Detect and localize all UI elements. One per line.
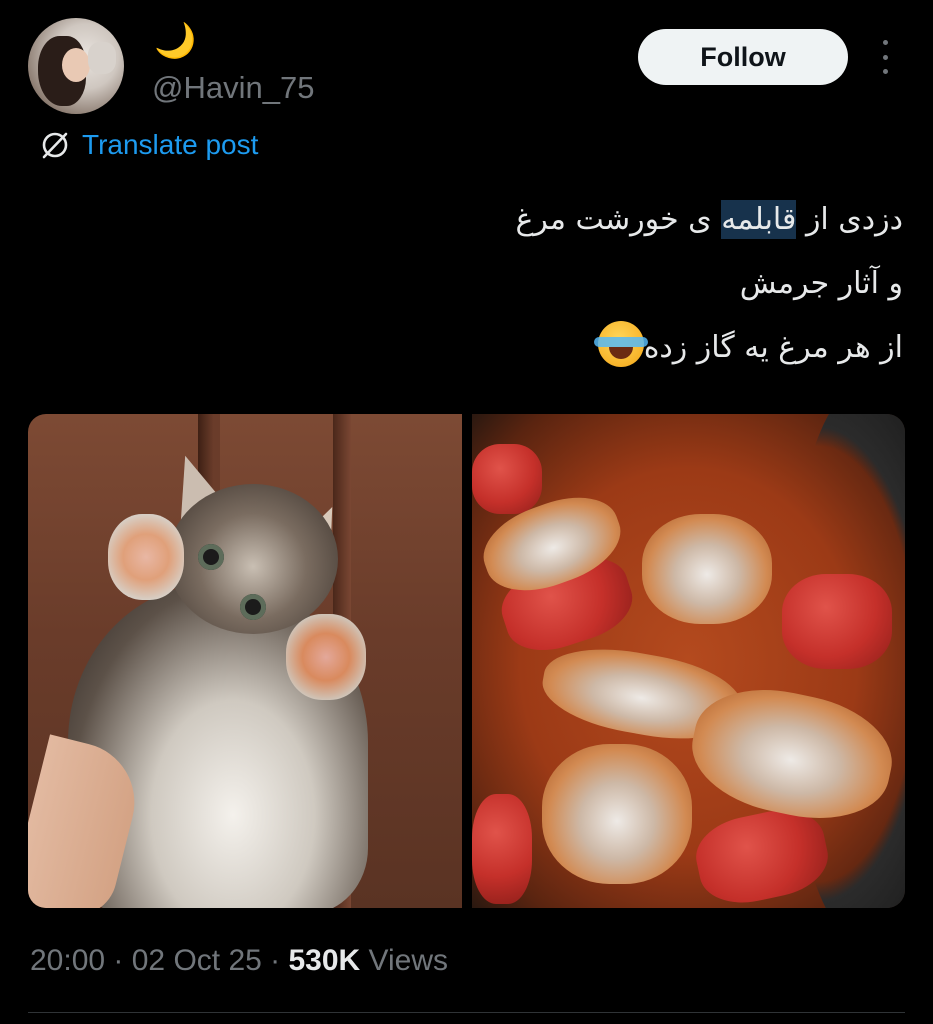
translate-post-label: Translate post [82, 129, 259, 160]
kitten-paw [108, 514, 184, 600]
post-text: دزدی از قابلمه ی خورشت مرغ و آثار جرمش ا… [43, 188, 903, 380]
post-line-1-start: دزدی از [796, 202, 903, 237]
translate-globe-icon [42, 132, 68, 159]
meta-separator: · [261, 944, 289, 977]
meta-separator: · [105, 944, 132, 977]
tomato [471, 444, 542, 514]
tears-of-joy-emoji-icon [593, 321, 648, 367]
tomato [471, 794, 532, 904]
post-time[interactable]: 20:00 [30, 944, 105, 977]
translate-post-link[interactable]: Translate post [38, 128, 258, 162]
more-vertical-icon[interactable] [872, 36, 898, 78]
avatar-cat [88, 42, 116, 74]
post-line-3: از هر مرغ یه گاز زده [43, 316, 903, 380]
chicken-piece [541, 744, 692, 884]
views-label[interactable]: Views [360, 944, 449, 977]
avatar[interactable] [28, 18, 124, 114]
kitten-eye [198, 544, 224, 570]
post-line-2: و آثار جرمش [739, 266, 903, 301]
post-media[interactable] [28, 414, 905, 908]
post-line-3-text: از هر مرغ یه گاز زده [643, 330, 903, 365]
views-count[interactable]: 530K [289, 944, 361, 977]
kitten-paw [286, 614, 366, 700]
kitten-photo[interactable] [28, 414, 462, 908]
post-meta: 20:00 · 02 Oct 25 · 530K Views [30, 944, 448, 978]
kitten-eye [240, 594, 266, 620]
tomato [781, 574, 892, 669]
post-line-1: دزدی از قابلمه ی خورشت مرغ [43, 188, 903, 252]
follow-button[interactable]: Follow [638, 29, 848, 85]
chicken-piece [641, 514, 772, 624]
more-dot [882, 54, 888, 60]
post-line-1-end: ی خورشت مرغ [515, 202, 722, 237]
post-date[interactable]: 02 Oct 25 [132, 944, 262, 977]
chicken-stew-photo[interactable] [471, 414, 905, 908]
user-handle[interactable]: @Havin_75 [152, 70, 314, 106]
highlighted-word: قابلمه [721, 200, 797, 239]
more-dot [882, 40, 888, 45]
more-dot [882, 69, 888, 74]
avatar-face [62, 48, 90, 82]
crescent-moon-icon[interactable]: 🌙 [154, 24, 196, 58]
divider [28, 1012, 905, 1013]
